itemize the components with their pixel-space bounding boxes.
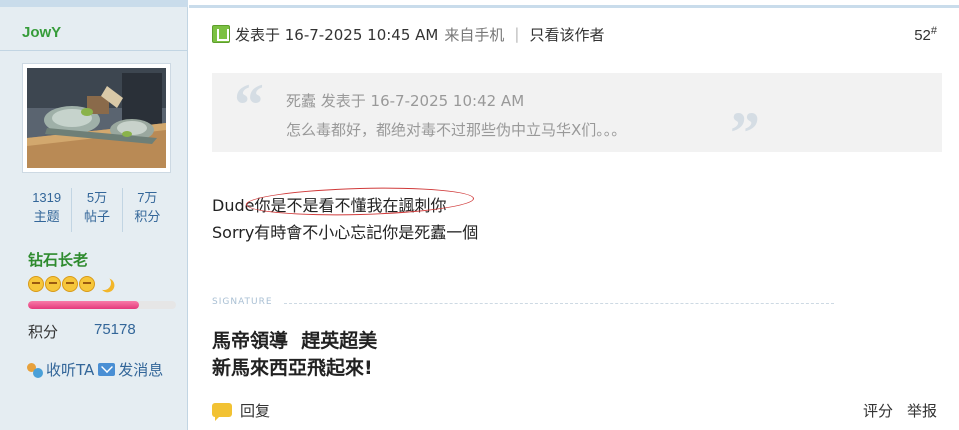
envelope-icon <box>98 363 116 376</box>
stat-points[interactable]: 7万 积分 <box>123 188 172 232</box>
author-actions: 收听TA 发消息 <box>26 359 167 380</box>
post-header: 发表于 16-7-2025 10:45 AM 来自手机 | 只看该作者 52# <box>212 22 937 46</box>
points-label: 积分 <box>28 323 59 341</box>
stat-value: 5万 <box>86 190 108 205</box>
avatar[interactable] <box>22 63 171 173</box>
author-username[interactable]: JowY <box>22 24 61 41</box>
rank-level-icons <box>28 276 112 292</box>
sidebar-top-bar <box>0 0 188 7</box>
quote-block: “ ” 死蠹 发表于 16-7-2025 10:42 AM 怎么毒都好，都绝对毒… <box>212 72 942 163</box>
rank-progress-fill <box>28 301 139 309</box>
floor-number: 52 <box>914 26 931 44</box>
follow-button[interactable]: 收听TA <box>26 359 94 380</box>
post-body-line: Dude你是不是看不懂我在諷刺你 <box>212 196 447 215</box>
floor-number-link[interactable]: 52# <box>914 25 937 44</box>
post-timestamp: 发表于 16-7-2025 10:45 AM <box>235 25 439 44</box>
author-sidebar: JowY 1319 主题 5万 帖子 7万 积分 钻石长老 积分 75178 收… <box>0 0 188 430</box>
send-message-label: 发消息 <box>118 361 164 379</box>
sun-face-icon <box>28 276 44 292</box>
points-value: 75178 <box>94 321 136 338</box>
sun-face-icon <box>45 276 61 292</box>
stat-value: 7万 <box>137 190 158 205</box>
header-separator: | <box>514 25 520 43</box>
open-quote-icon: “ <box>234 72 264 138</box>
rate-button[interactable]: 评分 <box>863 400 893 421</box>
avatar-image <box>27 68 166 168</box>
floor-mark: # <box>930 24 937 37</box>
sun-face-icon <box>62 276 78 292</box>
reply-label: 回复 <box>240 401 271 420</box>
moon-icon <box>96 276 112 292</box>
reply-button[interactable]: 回复 <box>212 400 270 421</box>
follow-icon <box>26 361 44 379</box>
stat-posts[interactable]: 5万 帖子 <box>72 188 123 232</box>
rank-progress-bar <box>28 301 176 309</box>
post-footer: 回复 评分 举报 <box>212 398 937 422</box>
author-rank[interactable]: 钻石长老 <box>28 249 88 270</box>
author-stats: 1319 主题 5万 帖子 7万 积分 <box>22 188 172 232</box>
author-only-link[interactable]: 只看该作者 <box>529 24 604 45</box>
divider <box>0 50 188 51</box>
close-quote-icon: ” <box>730 100 760 166</box>
stat-threads[interactable]: 1319 主题 <box>22 188 73 232</box>
stat-value: 1319 <box>32 190 62 205</box>
report-button[interactable]: 举报 <box>907 400 937 421</box>
follow-label: 收听TA <box>46 361 95 379</box>
sun-face-icon <box>79 276 95 292</box>
post-source[interactable]: 来自手机 <box>444 24 504 45</box>
post-body-line: Sorry有時會不小心忘記你是死蠹一個 <box>212 223 479 242</box>
send-message-button[interactable]: 发消息 <box>98 359 163 380</box>
signature-line: 新馬來西亞飛起來! <box>212 357 373 379</box>
stat-label: 积分 <box>134 210 161 225</box>
stat-label: 主题 <box>33 210 60 225</box>
signature-label: SIGNATURE <box>212 297 273 307</box>
post-top-border <box>189 5 959 8</box>
stat-label: 帖子 <box>83 210 110 225</box>
signature-divider <box>284 303 834 304</box>
quote-text: 怎么毒都好，都绝对毒不过那些伪中立马华X们。。。 <box>286 121 627 139</box>
reply-bubble-icon <box>212 403 232 421</box>
quote-header[interactable]: 死蠹 发表于 16-7-2025 10:42 AM <box>286 90 524 111</box>
footer-actions: 评分 举报 <box>863 400 937 421</box>
online-status-icon <box>212 25 230 43</box>
signature-line: 馬帝領導 趕英超美 <box>212 330 378 352</box>
